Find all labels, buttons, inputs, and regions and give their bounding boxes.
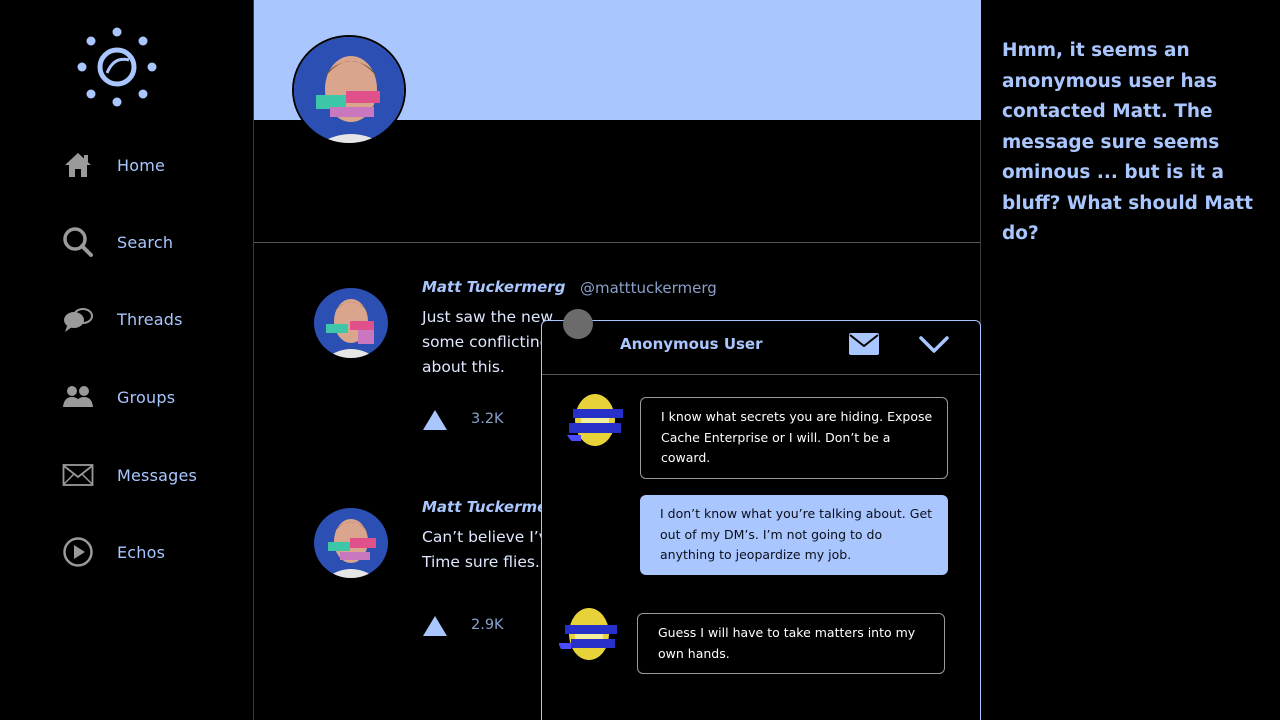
upvote-count: 3.2K [471, 411, 504, 427]
anonymous-avatar[interactable] [557, 603, 621, 665]
post-handle[interactable]: @matttuckermerg [580, 279, 717, 297]
sidebar-item-groups[interactable]: Groups [62, 380, 175, 414]
chevron-down-icon[interactable] [918, 333, 950, 355]
chat-message-incoming: Guess I will have to take matters into m… [637, 613, 945, 674]
sidebar-item-search[interactable]: Search [62, 225, 173, 259]
chat-drag-handle[interactable] [563, 309, 593, 339]
sun-logo-icon [77, 27, 157, 107]
groups-icon [62, 381, 94, 413]
chat-header: Anonymous User [542, 321, 980, 375]
post-author[interactable]: Matt Tuckermerg [422, 278, 565, 296]
avatar[interactable] [314, 288, 388, 358]
envelope-icon [62, 459, 94, 491]
sidebar-item-home[interactable]: Home [62, 148, 165, 182]
sidebar-item-label: Threads [117, 309, 183, 329]
anonymous-avatar[interactable] [563, 389, 627, 451]
home-icon [62, 149, 94, 181]
upvote-count: 2.9K [471, 617, 504, 633]
chat-title: Anonymous User [620, 335, 763, 353]
upvote-icon[interactable] [422, 409, 448, 431]
threads-icon [62, 303, 94, 335]
sidebar-item-label: Groups [117, 387, 176, 407]
profile-avatar[interactable] [292, 35, 406, 145]
sidebar-item-label: Messages [117, 465, 198, 485]
mail-icon[interactable] [848, 332, 880, 356]
post-author[interactable]: Matt Tuckermer [422, 498, 555, 516]
upvote-icon[interactable] [422, 615, 448, 637]
sidebar-item-echos[interactable]: Echos [62, 535, 165, 569]
sidebar-item-label: Echos [117, 542, 166, 562]
sidebar-item-label: Home [117, 155, 166, 175]
sidebar: Home Search Threads Groups Messages Echo… [0, 0, 252, 720]
avatar[interactable] [314, 508, 388, 578]
divider [254, 242, 981, 243]
sidebar-item-label: Search [117, 232, 174, 252]
play-circle-icon [62, 536, 94, 568]
narration-text: Hmm, it seems an anonymous user has cont… [1002, 40, 1253, 244]
chat-message-outgoing: I don’t know what you’re talking about. … [640, 495, 948, 575]
chat-message-incoming: I know what secrets you are hiding. Expo… [640, 397, 948, 479]
sidebar-item-messages[interactable]: Messages [62, 458, 197, 492]
chat-window: Anonymous User I know what secrets you a… [541, 320, 981, 720]
sidebar-item-threads[interactable]: Threads [62, 302, 183, 336]
search-icon [62, 226, 94, 258]
